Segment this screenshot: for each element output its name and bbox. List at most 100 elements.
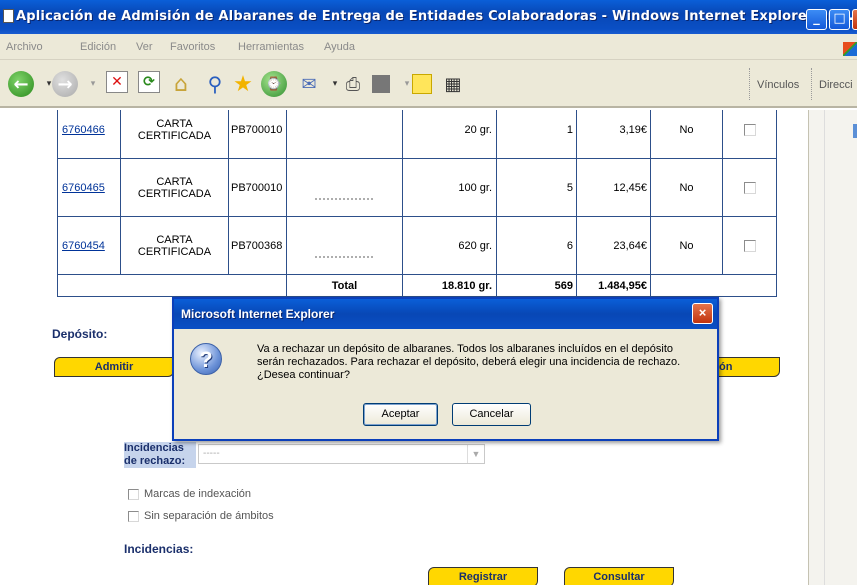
toolbar-separator	[811, 68, 813, 100]
barcode-thumbnail	[314, 197, 375, 200]
weight-cell: 20 gr.	[402, 110, 497, 159]
total-row: Total 18.810 gr. 569 1.484,95€	[57, 274, 777, 297]
dialog-message-line3: ¿Desea continuar?	[257, 369, 350, 381]
toolbar-separator	[749, 68, 751, 100]
incidencias-rechazo-label-line2: de rechazo:	[124, 455, 186, 467]
incidencia-rechazo-select[interactable]: ----- ▼	[198, 444, 485, 464]
qty-cell: 6	[496, 216, 577, 275]
links-label[interactable]: Vínculos	[757, 79, 799, 91]
code-cell: PB700010	[228, 158, 287, 217]
albaran-link[interactable]: 6760454	[62, 240, 105, 252]
image-cell	[286, 158, 403, 217]
menu-ayuda[interactable]: Ayuda	[324, 41, 355, 53]
product-cell: CARTA CERTIFICADA	[120, 216, 229, 275]
mail-icon[interactable]: ✉	[296, 71, 322, 97]
dialog-message-line2: serán rechazados. Para rechazar el depós…	[257, 356, 681, 368]
close-button[interactable]: ×	[852, 9, 857, 30]
menu-edicion[interactable]: Edición	[80, 41, 116, 53]
page-icon	[3, 9, 14, 23]
minimize-button[interactable]: _	[806, 9, 827, 30]
weight-cell: 100 gr.	[402, 158, 497, 217]
discuss-icon[interactable]	[412, 74, 432, 94]
dialog-message: Va a rechazar un depósito de albaranes. …	[257, 343, 707, 382]
stop-icon[interactable]: ✕	[106, 71, 128, 93]
barcode-thumbnail	[314, 255, 375, 258]
menu-archivo[interactable]: Archivo	[6, 41, 43, 53]
favorites-icon[interactable]: ★	[230, 71, 256, 97]
code-cell: PB700010	[228, 110, 287, 159]
home-icon[interactable]: ⌂	[168, 71, 194, 97]
aceptar-button[interactable]: Aceptar	[363, 403, 438, 426]
sin-separacion-checkbox[interactable]	[128, 510, 139, 522]
forward-icon[interactable]: →	[52, 71, 78, 97]
total-qty: 569	[496, 274, 577, 297]
dialog-title-bar: Microsoft Internet Explorer	[174, 299, 717, 329]
refresh-icon[interactable]: ⟳	[138, 71, 160, 93]
history-icon[interactable]: ⌚	[261, 71, 287, 97]
chevron-down-icon[interactable]: ▼	[467, 445, 484, 463]
dialog-message-line1: Va a rechazar un depósito de albaranes. …	[257, 343, 674, 355]
row-checkbox[interactable]	[743, 239, 756, 252]
ie-window: Aplicación de Admisión de Albaranes de E…	[0, 0, 857, 585]
row-checkbox[interactable]	[743, 181, 756, 194]
table-row: 6760466 CARTA CERTIFICADA PB700010 20 gr…	[57, 110, 777, 159]
cancelar-button[interactable]: Cancelar	[452, 403, 531, 426]
sin-separacion-option: Sin separación de ámbitos	[128, 510, 274, 522]
qty-cell: 5	[496, 158, 577, 217]
question-icon: ?	[190, 343, 222, 375]
total-empty-cell	[57, 274, 287, 297]
dialog-title: Microsoft Internet Explorer	[181, 307, 335, 321]
incidencias-label: Incidencias:	[124, 542, 194, 556]
total-weight: 18.810 gr.	[402, 274, 497, 297]
forward-dropdown-icon[interactable]: ▾	[80, 71, 106, 97]
back-icon[interactable]: ←	[8, 71, 34, 97]
menu-favoritos[interactable]: Favoritos	[170, 41, 215, 53]
weight-cell: 620 gr.	[402, 216, 497, 275]
menu-bar: Archivo Edición Ver Favoritos Herramient…	[0, 34, 857, 60]
sin-separacion-label: Sin separación de ámbitos	[144, 510, 274, 522]
amount-cell: 3,19€	[576, 110, 651, 159]
result-cell: No	[650, 216, 723, 275]
row-checkbox[interactable]	[743, 123, 756, 136]
product-cell: CARTA CERTIFICADA	[120, 110, 229, 159]
research-icon[interactable]: ▦	[440, 71, 466, 97]
marcas-label: Marcas de indexación	[144, 488, 252, 500]
confirm-dialog: Microsoft Internet Explorer × ? Va a rec…	[172, 297, 719, 441]
image-cell	[286, 110, 403, 159]
search-icon[interactable]: ⚲	[202, 71, 228, 97]
marcas-checkbox[interactable]	[128, 488, 139, 500]
select-value: -----	[203, 448, 220, 459]
total-empty-cell	[650, 274, 777, 297]
image-cell	[286, 216, 403, 275]
scrollbar[interactable]	[824, 110, 842, 585]
menu-ver[interactable]: Ver	[136, 41, 153, 53]
amount-cell: 23,64€	[576, 216, 651, 275]
toolbar: ← ▾ → ▾ ✕ ⟳ ⌂ ⚲ ★ ⌚ ✉ ▾ ⎙ ▾ ▦ Vínculos D…	[0, 60, 857, 108]
maximize-button[interactable]: □	[829, 9, 850, 30]
admitir-button[interactable]: Admitir	[54, 357, 174, 377]
print-icon[interactable]: ⎙	[340, 71, 366, 97]
incidencias-rechazo-label: Incidencias de rechazo:	[124, 442, 196, 468]
result-cell: No	[650, 110, 723, 159]
address-label: Direcci	[819, 79, 853, 91]
consultar-button[interactable]: Consultar	[564, 567, 674, 585]
result-cell: No	[650, 158, 723, 217]
menu-herramientas[interactable]: Herramientas	[238, 41, 304, 53]
qty-cell: 1	[496, 110, 577, 159]
albaran-link[interactable]: 6760466	[62, 124, 105, 136]
registrar-button[interactable]: Registrar	[428, 567, 538, 585]
pane-marker	[853, 124, 857, 138]
incidencias-rechazo-label-line1: Incidencias	[124, 442, 184, 454]
total-amount: 1.484,95€	[576, 274, 651, 297]
amount-cell: 12,45€	[576, 158, 651, 217]
table-row: 6760454 CARTA CERTIFICADA PB700368 620 g…	[57, 216, 777, 275]
title-bar: Aplicación de Admisión de Albaranes de E…	[0, 0, 857, 34]
window-title: Aplicación de Admisión de Albaranes de E…	[16, 9, 857, 24]
edit-icon[interactable]	[372, 75, 390, 93]
deposito-label: Depósito:	[52, 327, 108, 341]
right-pane	[808, 110, 857, 585]
code-cell: PB700368	[228, 216, 287, 275]
product-cell: CARTA CERTIFICADA	[120, 158, 229, 217]
albaran-link[interactable]: 6760465	[62, 182, 105, 194]
dialog-close-button[interactable]: ×	[692, 303, 713, 324]
